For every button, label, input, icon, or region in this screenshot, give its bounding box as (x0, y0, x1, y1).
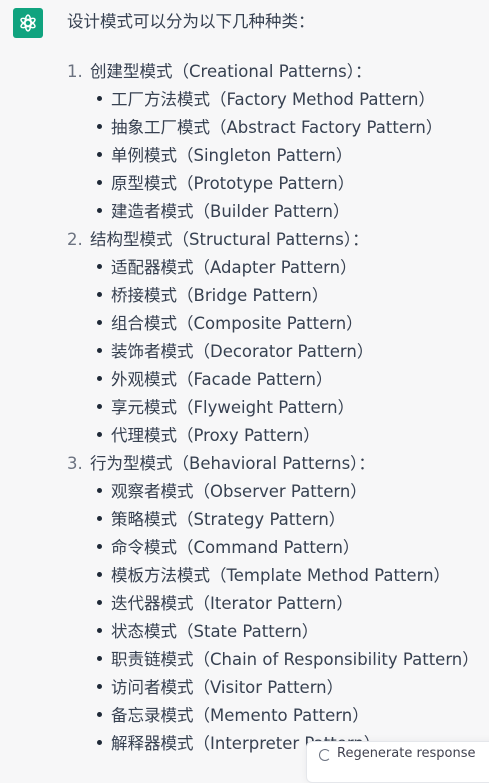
category-item: 1. 创建型模式（Creational Patterns）： (67, 58, 487, 86)
pattern-label: 适配器模式（Adapter Pattern） (111, 258, 357, 277)
bullet-icon (97, 544, 102, 549)
pattern-item: 策略模式（Strategy Pattern） (67, 506, 487, 534)
refresh-icon (319, 749, 331, 761)
bullet-icon (97, 712, 102, 717)
category-item: 2. 结构型模式（Structural Patterns）： (67, 226, 487, 254)
bullet-icon (97, 208, 102, 213)
pattern-label: 观察者模式（Observer Pattern） (111, 482, 367, 501)
bullet-icon (97, 488, 102, 493)
bullet-icon (97, 516, 102, 521)
pattern-item: 备忘录模式（Memento Pattern） (67, 702, 487, 730)
regenerate-response-button[interactable]: Regenerate response (306, 741, 489, 783)
pattern-label: 备忘录模式（Memento Pattern） (111, 706, 369, 725)
pattern-label: 建造者模式（Builder Pattern） (111, 202, 350, 221)
category-number: 3. (67, 454, 83, 473)
pattern-item: 单例模式（Singleton Pattern） (67, 142, 487, 170)
answer-intro: 设计模式可以分为以下几种种类： (67, 12, 315, 31)
pattern-item: 访问者模式（Visitor Pattern） (67, 674, 487, 702)
bullet-icon (97, 124, 102, 129)
bullet-icon (97, 572, 102, 577)
pattern-item: 观察者模式（Observer Pattern） (67, 478, 487, 506)
bullet-icon (97, 152, 102, 157)
pattern-label: 代理模式（Proxy Pattern） (111, 426, 320, 445)
category-number: 2. (67, 230, 83, 249)
openai-logo-icon (20, 14, 36, 32)
pattern-item: 模板方法模式（Template Method Pattern） (67, 562, 487, 590)
pattern-label: 命令模式（Command Pattern） (111, 538, 360, 557)
pattern-label: 享元模式（Flyweight Pattern） (111, 398, 355, 417)
pattern-item: 原型模式（Prototype Pattern） (67, 170, 487, 198)
pattern-item: 组合模式（Composite Pattern） (67, 310, 487, 338)
bullet-icon (97, 740, 102, 745)
pattern-item: 代理模式（Proxy Pattern） (67, 422, 487, 450)
pattern-item: 享元模式（Flyweight Pattern） (67, 394, 487, 422)
bullet-icon (97, 684, 102, 689)
pattern-label: 组合模式（Composite Pattern） (111, 314, 363, 333)
regenerate-label: Regenerate response (337, 746, 476, 761)
bullet-icon (97, 376, 102, 381)
bullet-icon (97, 600, 102, 605)
pattern-item: 抽象工厂模式（Abstract Factory Pattern） (67, 114, 487, 142)
pattern-item: 迭代器模式（Iterator Pattern） (67, 590, 487, 618)
pattern-label: 状态模式（State Pattern） (111, 622, 319, 641)
category-number: 1. (67, 62, 83, 81)
bullet-icon (97, 264, 102, 269)
pattern-label: 访问者模式（Visitor Pattern） (111, 678, 344, 697)
category-title: 行为型模式（Behavioral Patterns）： (90, 454, 375, 473)
pattern-label: 单例模式（Singleton Pattern） (111, 146, 353, 165)
pattern-item: 外观模式（Facade Pattern） (67, 366, 487, 394)
bullet-icon (97, 404, 102, 409)
pattern-label: 装饰者模式（Decorator Pattern） (111, 342, 374, 361)
category-title: 结构型模式（Structural Patterns）： (90, 230, 369, 249)
bullet-icon (97, 656, 102, 661)
pattern-item: 建造者模式（Builder Pattern） (67, 198, 487, 226)
category-item: 3. 行为型模式（Behavioral Patterns）： (67, 450, 487, 478)
bullet-icon (97, 96, 102, 101)
pattern-label: 原型模式（Prototype Pattern） (111, 174, 355, 193)
pattern-label: 工厂方法模式（Factory Method Pattern） (111, 90, 436, 109)
pattern-list: 1. 创建型模式（Creational Patterns）： 工厂方法模式（Fa… (67, 58, 487, 758)
bullet-icon (97, 348, 102, 353)
pattern-item: 职责链模式（Chain of Responsibility Pattern） (67, 646, 487, 674)
pattern-item: 装饰者模式（Decorator Pattern） (67, 338, 487, 366)
pattern-item: 状态模式（State Pattern） (67, 618, 487, 646)
assistant-avatar (13, 8, 43, 38)
pattern-item: 桥接模式（Bridge Pattern） (67, 282, 487, 310)
bullet-icon (97, 628, 102, 633)
pattern-label: 迭代器模式（Iterator Pattern） (111, 594, 353, 613)
bullet-icon (97, 320, 102, 325)
pattern-item: 工厂方法模式（Factory Method Pattern） (67, 86, 487, 114)
pattern-label: 策略模式（Strategy Pattern） (111, 510, 346, 529)
bullet-icon (97, 180, 102, 185)
bullet-icon (97, 432, 102, 437)
assistant-message: 设计模式可以分为以下几种种类： 1. 创建型模式（Creational Patt… (0, 0, 489, 783)
pattern-item: 命令模式（Command Pattern） (67, 534, 487, 562)
bullet-icon (97, 292, 102, 297)
pattern-label: 桥接模式（Bridge Pattern） (111, 286, 329, 305)
category-title: 创建型模式（Creational Patterns）： (90, 62, 372, 81)
pattern-label: 模板方法模式（Template Method Pattern） (111, 566, 451, 585)
pattern-label: 职责链模式（Chain of Responsibility Pattern） (111, 650, 479, 669)
pattern-label: 抽象工厂模式（Abstract Factory Pattern） (111, 118, 443, 137)
pattern-item: 适配器模式（Adapter Pattern） (67, 254, 487, 282)
pattern-label: 外观模式（Facade Pattern） (111, 370, 333, 389)
